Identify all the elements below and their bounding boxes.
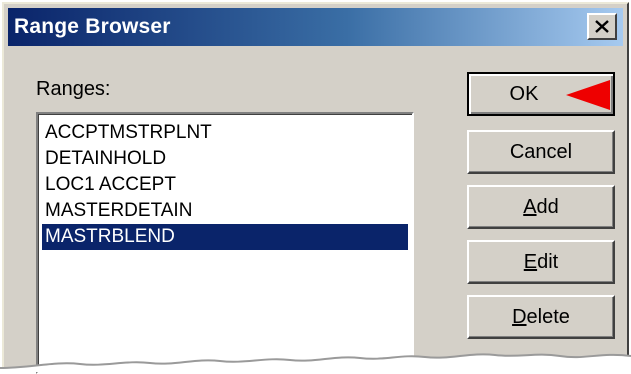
list-item[interactable]: LOC1 ACCEPT — [42, 172, 408, 198]
ranges-label: Ranges: — [36, 78, 111, 100]
torn-paper-edge — [0, 353, 631, 372]
ok-button-label: OK — [509, 82, 539, 105]
title-bar[interactable]: Range Browser — [8, 8, 623, 46]
arrow-pointer-icon — [566, 80, 610, 110]
cancel-button[interactable]: Cancel — [467, 130, 615, 174]
delete-button-label: Delete — [512, 305, 570, 328]
range-browser-dialog: Range Browser Ranges: ACCPTMSTRPLNT DETAI… — [2, 2, 629, 374]
list-item[interactable]: ACCPTMSTRPLNT — [42, 120, 408, 146]
edit-button[interactable]: Edit — [467, 240, 615, 284]
close-button[interactable] — [587, 13, 617, 40]
window-title: Range Browser — [14, 15, 171, 38]
add-button-label: Add — [523, 195, 559, 218]
list-item[interactable]: DETAINHOLD — [42, 146, 408, 172]
cancel-button-label: Cancel — [509, 140, 573, 163]
list-item[interactable]: MASTRBLEND — [42, 224, 408, 250]
add-button[interactable]: Add — [467, 185, 615, 229]
close-icon — [595, 20, 609, 33]
list-item[interactable]: MASTERDETAIN — [42, 198, 408, 224]
edit-button-label: Edit — [523, 250, 559, 273]
ranges-list: ACCPTMSTRPLNT DETAINHOLD LOC1 ACCEPT MASTER… — [42, 120, 408, 250]
